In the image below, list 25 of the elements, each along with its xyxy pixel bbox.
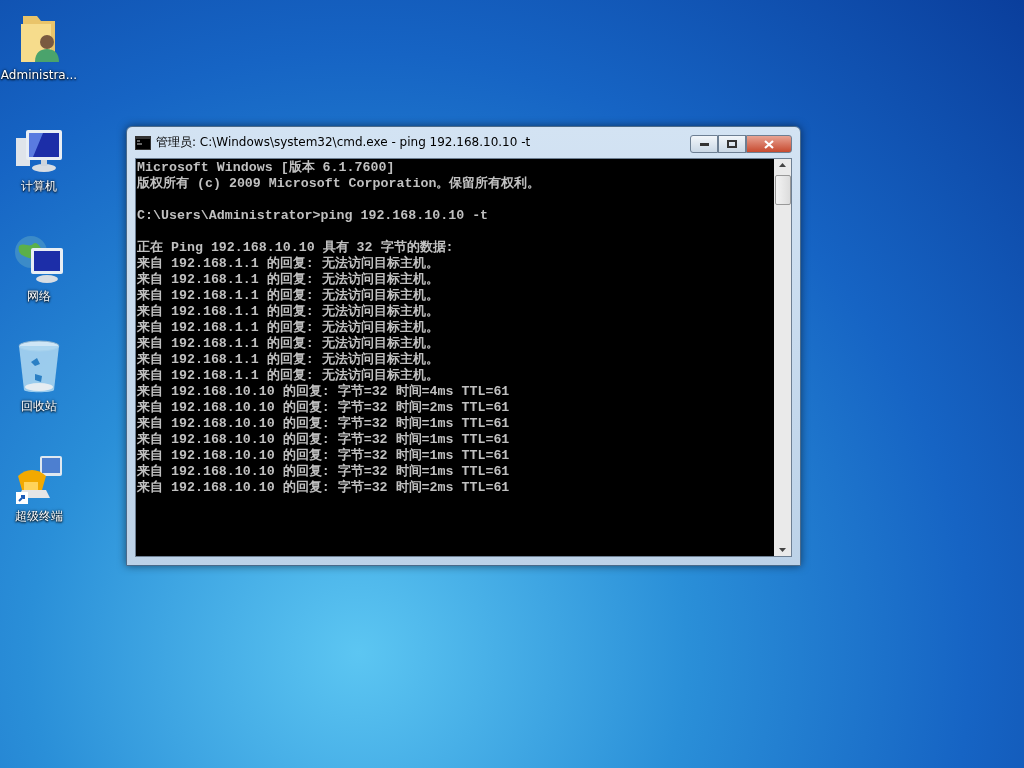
desktop-icon-label[interactable]: 计算机 xyxy=(21,178,57,195)
console-line: C:\Users\Administrator>ping 192.168.10.10 -t xyxy=(137,208,490,224)
console-line: 来自 192.168.1.1 的回复: 无法访问目标主机。 xyxy=(137,320,440,335)
console-line: 来自 192.168.10.10 的回复: 字节=32 时间=2ms TTL=61 xyxy=(137,480,511,496)
console-line: 来自 192.168.1.1 的回复: 无法访问目标主机。 xyxy=(137,336,440,351)
console-line: 来自 192.168.10.10 的回复: 字节=32 时间=1ms TTL=61 xyxy=(137,464,511,479)
console-line: 来自 192.168.1.1 的回复: 无法访问目标主机。 xyxy=(137,256,440,271)
console-line: 来自 192.168.10.10 的回复: 字节=32 时间=4ms TTL=61 xyxy=(137,384,511,399)
console-line: 来自 192.168.1.1 的回复: 无法访问目标主机。 xyxy=(137,352,440,367)
console-line: 来自 192.168.10.10 的回复: 字节=32 时间=2ms TTL=61 xyxy=(137,400,511,415)
console-line: 来自 192.168.1.1 的回复: 无法访问目标主机。 xyxy=(137,288,440,303)
console-line: 来自 192.168.10.10 的回复: 字节=32 时间=1ms TTL=61 xyxy=(137,416,511,431)
console-line: Microsoft Windows [版本 6.1.7600] xyxy=(137,160,396,176)
desktop-icon-label[interactable]: Administra... xyxy=(0,68,78,82)
desktop-icon-label[interactable]: 超级终端 xyxy=(15,508,63,525)
desktop-icon-label[interactable]: 网络 xyxy=(27,288,51,305)
console-line: 版权所有 (c) 2009 Microsoft Corporation。保留所有权利。 xyxy=(137,176,542,192)
console-line: 正在 Ping 192.168.10.10 具有 32 字节的数据: xyxy=(137,240,455,255)
desktop-icon-label[interactable]: 回收站 xyxy=(21,398,57,415)
console-line: 来自 192.168.10.10 的回复: 字节=32 时间=1ms TTL=61 xyxy=(137,432,511,447)
console-line: 来自 192.168.1.1 的回复: 无法访问目标主机。 xyxy=(137,368,440,383)
console-line: 来自 192.168.10.10 的回复: 字节=32 时间=1ms TTL=61 xyxy=(137,448,511,463)
console-line: 来自 192.168.1.1 的回复: 无法访问目标主机。 xyxy=(137,304,440,319)
console-line: 来自 192.168.1.1 的回复: 无法访问目标主机。 xyxy=(137,272,440,287)
window-title: 管理员: C:\Windows\system32\cmd.exe - ping 192.168.10.10 -t xyxy=(156,134,532,151)
